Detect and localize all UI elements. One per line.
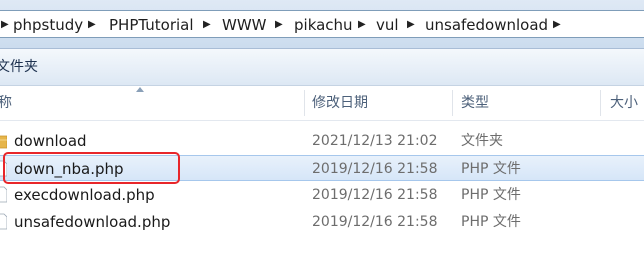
address-bar[interactable]: ▶ phpstudy ▶ PHPTutorial ▶ WWW ▶ pikachu… (0, 10, 644, 38)
file-date: 2019/12/16 21:58 (312, 161, 438, 177)
column-divider[interactable] (304, 90, 305, 116)
breadcrumb-phpstudy[interactable]: phpstudy (13, 14, 83, 36)
column-type[interactable]: 类型 (461, 86, 489, 120)
column-name[interactable]: 称 (0, 86, 12, 120)
column-divider[interactable] (600, 90, 601, 116)
column-header: 称 修改日期 类型 大小 (0, 86, 644, 121)
column-date[interactable]: 修改日期 (312, 86, 368, 120)
red-highlight-annotation (3, 152, 180, 184)
column-divider[interactable] (452, 90, 453, 116)
breadcrumb-unsafedownload[interactable]: unsafedownload (425, 14, 548, 36)
file-name: download (14, 132, 87, 150)
file-type: 文件夹 (461, 133, 503, 149)
file-type: PHP 文件 (461, 214, 521, 230)
breadcrumb-vul[interactable]: vul (376, 14, 399, 36)
chevron-right-icon[interactable]: ▶ (553, 14, 561, 36)
chevron-right-icon[interactable]: ▶ (1, 14, 9, 36)
chevron-right-icon[interactable]: ▶ (203, 14, 211, 36)
toolbar: 文件夹 (0, 49, 644, 86)
file-row-download[interactable]: download 2021/12/13 21:02 文件夹 (0, 128, 644, 154)
chevron-right-icon[interactable]: ▶ (88, 14, 96, 36)
folder-icon (0, 135, 7, 149)
file-row-unsafedownload[interactable]: unsafedownload.php 2019/12/16 21:58 PHP … (0, 209, 644, 235)
file-type: PHP 文件 (461, 161, 521, 177)
breadcrumb-pikachu[interactable]: pikachu (294, 14, 353, 36)
file-type: PHP 文件 (461, 187, 521, 203)
chevron-right-icon[interactable]: ▶ (275, 14, 283, 36)
php-file-icon (0, 213, 7, 230)
file-date: 2019/12/16 21:58 (312, 187, 438, 203)
php-file-icon (0, 186, 7, 203)
file-date: 2021/12/13 21:02 (312, 133, 438, 149)
chevron-right-icon[interactable]: ▶ (358, 14, 366, 36)
breadcrumb-www[interactable]: WWW (222, 14, 267, 36)
file-date: 2019/12/16 21:58 (312, 214, 438, 230)
address-bar-area: ▶ phpstudy ▶ PHPTutorial ▶ WWW ▶ pikachu… (0, 0, 644, 49)
file-row-execdownload[interactable]: execdownload.php 2019/12/16 21:58 PHP 文件 (0, 182, 644, 208)
file-name: execdownload.php (14, 186, 155, 204)
file-name: unsafedownload.php (14, 213, 171, 231)
sort-ascending-icon (136, 87, 144, 92)
column-size[interactable]: 大小 (610, 86, 638, 120)
breadcrumb-phptutorial[interactable]: PHPTutorial (109, 14, 194, 36)
new-folder-button[interactable]: 文件夹 (0, 56, 38, 78)
chevron-right-icon[interactable]: ▶ (407, 14, 415, 36)
